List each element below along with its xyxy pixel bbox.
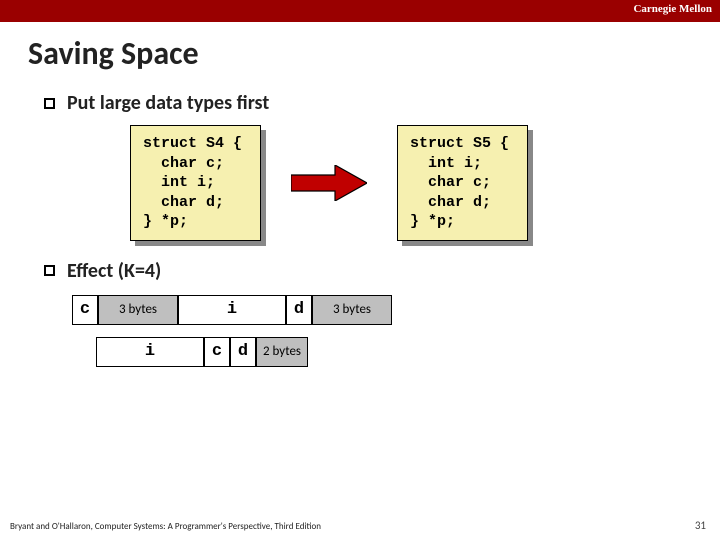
s4-d: d: [286, 295, 312, 325]
bullet-2-text: Effect (K=4): [67, 259, 161, 283]
arrow-icon: [289, 163, 369, 203]
bullet-marker: [44, 265, 55, 276]
layout-s5: i c d 2 bytes: [96, 337, 720, 367]
slide-title: Saving Space: [28, 34, 720, 73]
code-right-wrap: struct S5 { int i; char c; char d; } *p;: [397, 125, 528, 241]
s5-c: c: [204, 337, 230, 367]
s5-d: d: [230, 337, 256, 367]
s4-pad3b: 3 bytes: [312, 295, 392, 325]
bullet-1-text: Put large data types first: [67, 91, 269, 115]
page-number: 31: [695, 519, 706, 532]
s4-c: c: [72, 295, 98, 325]
code-row: struct S4 { char c; int i; char d; } *p;…: [130, 125, 720, 241]
header-bar: Carnegie Mellon: [0, 0, 720, 22]
s4-pad3a: 3 bytes: [98, 295, 178, 325]
code-left: struct S4 { char c; int i; char d; } *p;: [130, 125, 261, 241]
bullet-2: Effect (K=4): [44, 259, 720, 283]
code-left-wrap: struct S4 { char c; int i; char d; } *p;: [130, 125, 261, 241]
footer-credit: Bryant and O'Hallaron, Computer Systems:…: [10, 521, 321, 532]
code-right: struct S5 { int i; char c; char d; } *p;: [397, 125, 528, 241]
bullet-1: Put large data types first: [44, 91, 720, 115]
bullet-marker: [44, 98, 55, 109]
university-label: Carnegie Mellon: [633, 3, 712, 15]
s5-pad2: 2 bytes: [256, 337, 308, 367]
layout-s4: c 3 bytes i d 3 bytes: [72, 295, 720, 325]
s4-i: i: [178, 295, 286, 325]
s5-i: i: [96, 337, 204, 367]
